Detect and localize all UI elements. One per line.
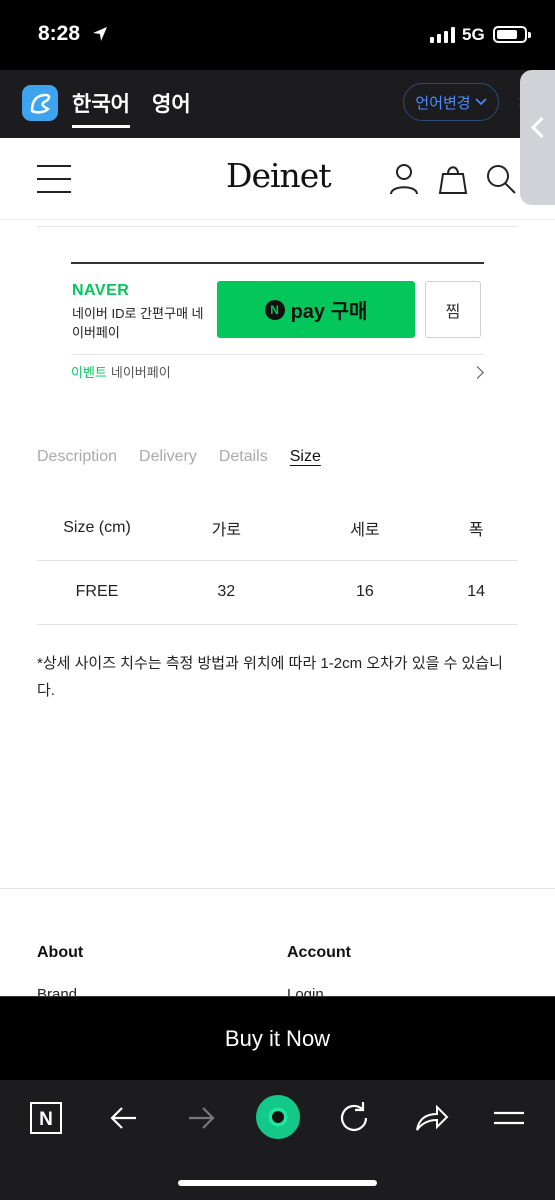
table-row: FREE 32 16 14 <box>37 560 518 625</box>
product-tabs: Description Delivery Details Size <box>37 448 321 466</box>
back-arrow-icon[interactable] <box>104 1098 144 1138</box>
table-header-row: Size (cm) 가로 세로 폭 <box>37 496 518 561</box>
network-label: 5G <box>462 25 485 44</box>
share-icon[interactable] <box>411 1098 451 1138</box>
tab-delivery[interactable]: Delivery <box>139 448 197 466</box>
size-table: Size (cm) 가로 세로 폭 FREE 32 16 14 <box>37 496 518 625</box>
footer-divider <box>0 888 555 889</box>
table-cell: 14 <box>434 560 518 625</box>
location-arrow-icon <box>93 27 107 41</box>
naver-n-icon: N <box>264 299 285 320</box>
chevron-down-icon <box>475 98 487 106</box>
language-change-label: 언어변경 <box>415 94 471 112</box>
naver-event-row[interactable]: 이벤트 네이버페이 <box>71 354 484 386</box>
event-label: 이벤트 <box>71 365 107 380</box>
user-icon[interactable] <box>388 163 420 195</box>
site-header: Deinet <box>0 138 555 220</box>
tab-description[interactable]: Description <box>37 448 117 466</box>
footer-brand-link[interactable]: Brand <box>37 986 77 996</box>
language-change-button[interactable]: 언어변경 <box>403 83 499 121</box>
table-cell: 32 <box>157 560 296 625</box>
hamburger-menu-icon[interactable] <box>37 165 71 193</box>
naver-home-icon[interactable]: N <box>26 1098 66 1138</box>
size-note: *상세 사이즈 치수는 측정 방법과 위치에 따라 1-2cm 오차가 있을 수… <box>37 655 503 699</box>
battery-icon <box>493 26 531 43</box>
search-icon[interactable] <box>485 163 517 195</box>
chevron-right-icon <box>471 366 484 379</box>
buy-now-button[interactable]: Buy it Now <box>0 996 555 1080</box>
home-indicator <box>178 1180 377 1186</box>
tab-english[interactable]: 영어 <box>152 88 191 118</box>
side-panel-handle[interactable] <box>520 70 555 205</box>
status-bar: 8:28 5G <box>0 0 555 70</box>
signal-icon <box>430 27 455 43</box>
translation-bar: 한국어 영어 언어변경 × <box>0 70 555 138</box>
naver-home-letter: N <box>39 1109 53 1130</box>
table-header: 세로 <box>295 496 435 561</box>
tab-size[interactable]: Size <box>290 448 321 466</box>
footer-login-link[interactable]: Login <box>287 986 324 996</box>
divider <box>37 226 518 227</box>
table-cell: 16 <box>295 560 435 625</box>
event-text: 네이버페이 <box>110 365 171 380</box>
menu-icon[interactable] <box>489 1098 529 1138</box>
table-header: 가로 <box>157 496 296 561</box>
refresh-icon[interactable] <box>334 1098 374 1138</box>
naver-pay-box: NAVER 네이버 ID로 간편구매 네이버페이 N pay 구매 찜 이벤트 네… <box>71 262 484 386</box>
table-cell: FREE <box>37 560 157 625</box>
table-header: Size (cm) <box>37 496 157 561</box>
tab-details[interactable]: Details <box>219 448 268 466</box>
web-page: Deinet NAVER 네이버 ID로 간편구매 네이버페이 N pay 구매… <box>0 138 555 996</box>
tab-korean[interactable]: 한국어 <box>72 88 130 128</box>
site-logo[interactable]: Deinet <box>226 156 332 195</box>
naver-pay-button[interactable]: N pay 구매 <box>217 281 415 338</box>
naver-pay-label: pay 구매 <box>290 301 368 323</box>
shopping-bag-icon[interactable] <box>437 163 469 195</box>
table-header: 폭 <box>434 496 518 561</box>
papago-app-icon[interactable] <box>22 85 58 121</box>
green-dot-icon[interactable] <box>256 1095 300 1139</box>
naver-logo: NAVER <box>72 282 130 299</box>
footer-account-title: Account <box>287 944 351 961</box>
status-time: 8:28 <box>38 22 81 45</box>
naver-description: 네이버 ID로 간편구매 네이버페이 <box>72 306 204 340</box>
wishlist-button[interactable]: 찜 <box>425 281 481 338</box>
footer-about-title: About <box>37 944 84 961</box>
forward-arrow-icon <box>189 1107 215 1129</box>
